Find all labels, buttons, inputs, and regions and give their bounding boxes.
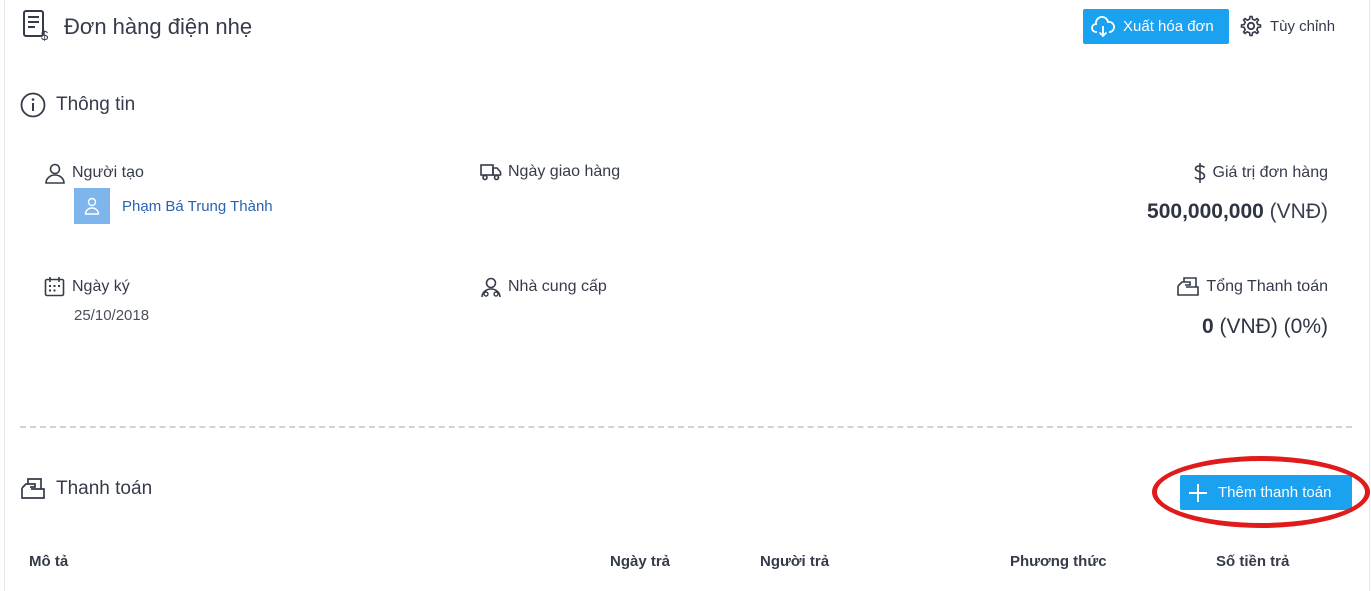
export-invoice-button[interactable]: Xuất hóa đơn (1083, 9, 1229, 44)
creator-name-link[interactable]: Phạm Bá Trung Thành (122, 198, 273, 215)
cloud-download-icon (1091, 15, 1115, 37)
info-heading-text: Thông tin (56, 94, 136, 115)
order-value-label-text: Giá trị đơn hàng (1212, 164, 1328, 181)
supplier-label-text: Nhà cung cấp (508, 278, 607, 295)
sign-date-value: 25/10/2018 (74, 307, 150, 324)
invoice-icon: $ (23, 10, 49, 41)
column-header-payer[interactable]: Người trả (760, 553, 829, 570)
section-divider (20, 426, 1352, 428)
creator-user[interactable]: Phạm Bá Trung Thành (74, 188, 273, 224)
total-paid-label-text: Tổng Thanh toán (1206, 278, 1328, 295)
customize-button[interactable]: Tùy chỉnh (1240, 13, 1335, 39)
payment-heading-text: Thanh toán (56, 478, 153, 499)
creator-label-text: Người tạo (72, 164, 144, 181)
supplier-icon (481, 277, 501, 298)
total-paid-unit: (VNĐ) (0%) (1219, 315, 1329, 338)
column-header-method[interactable]: Phương thức (1010, 553, 1107, 570)
calendar-icon (44, 277, 65, 297)
order-value-amount: 500,000,000 (1147, 200, 1264, 223)
column-header-description[interactable]: Mô tả (29, 553, 68, 570)
add-payment-label: Thêm thanh toán (1218, 484, 1332, 501)
sign-date-label: Ngày ký (44, 276, 130, 298)
info-icon (20, 92, 46, 118)
sign-date-label-text: Ngày ký (72, 278, 130, 295)
total-paid-amount: 0 (1201, 315, 1214, 338)
order-value: 500,000,000 (VNĐ) (1147, 200, 1328, 224)
column-header-pay-date[interactable]: Ngày trả (610, 553, 670, 570)
truck-icon (480, 164, 502, 181)
order-value-unit: (VNĐ) (1269, 200, 1328, 223)
total-paid-value: 0 (VNĐ) (0%) (1202, 315, 1328, 339)
gear-icon (1240, 15, 1262, 37)
payment-section-heading: Thanh toán (20, 477, 152, 501)
plus-icon (1189, 483, 1207, 502)
page-frame (4, 0, 1370, 591)
payment-icon (21, 478, 45, 499)
info-section-heading: Thông tin (20, 92, 135, 118)
user-avatar-icon (84, 197, 100, 215)
delivery-date-label: Ngày giao hàng (480, 162, 620, 182)
user-icon (45, 163, 65, 184)
add-payment-button[interactable]: Thêm thanh toán (1180, 475, 1352, 510)
avatar (74, 188, 110, 224)
svg-text:$: $ (41, 28, 49, 41)
page-title: Đơn hàng điện nhẹ (64, 14, 253, 39)
total-paid-label: Tổng Thanh toán (1176, 276, 1328, 298)
export-invoice-label: Xuất hóa đơn (1123, 18, 1214, 35)
order-value-label: Giá trị đơn hàng (1193, 162, 1328, 184)
supplier-label: Nhà cung cấp (480, 276, 607, 298)
delivery-date-label-text: Ngày giao hàng (508, 163, 621, 180)
dollar-icon (1193, 163, 1205, 183)
column-header-amount[interactable]: Số tiền trả (1216, 553, 1289, 570)
customize-label: Tùy chỉnh (1270, 17, 1336, 35)
payment-hand-icon (1177, 277, 1200, 296)
creator-label: Người tạo (44, 162, 144, 184)
